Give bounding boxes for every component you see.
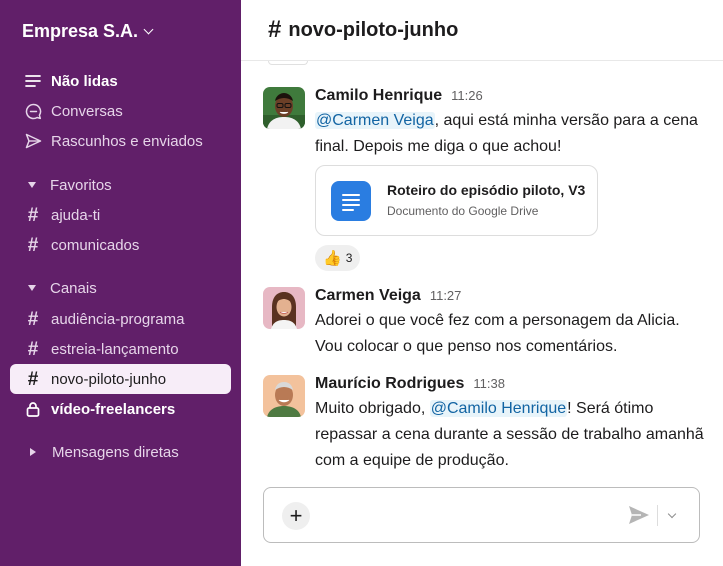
- channel-header: # novo-piloto-junho: [241, 0, 723, 61]
- sidebar-channel-comunicados[interactable]: # comunicados: [0, 230, 241, 260]
- workspace-switcher[interactable]: Empresa S.A.: [22, 21, 154, 42]
- section-favorites[interactable]: Favoritos: [0, 171, 241, 199]
- hash-icon: #: [268, 16, 282, 43]
- reaction-thumbs-up[interactable]: 👍 3: [315, 245, 361, 271]
- avatar[interactable]: [263, 287, 305, 329]
- app-window: Empresa S.A. Não lidas Conversas Rascunh…: [0, 0, 723, 566]
- user-mention[interactable]: @Camilo Henrique: [429, 400, 568, 417]
- channel-label: ajuda-ti: [51, 206, 101, 224]
- avatar[interactable]: [263, 87, 305, 129]
- hash-icon: #: [27, 234, 39, 256]
- section-title: Mensagens diretas: [52, 443, 179, 461]
- message-text: @Carmen Veiga, aqui está minha versão pa…: [315, 108, 710, 160]
- message-header: Camilo Henrique 11:26: [315, 87, 710, 107]
- sidebar-item-drafts[interactable]: Rascunhos e enviados: [0, 126, 241, 156]
- add-attachment-button[interactable]: +: [282, 502, 310, 530]
- channel-title[interactable]: novo-piloto-junho: [288, 19, 458, 42]
- send-icon: [24, 132, 42, 150]
- sidebar-item-unread[interactable]: Não lidas: [0, 66, 241, 96]
- message-body: Maurício Rodrigues 11:38 Muito obrigado,…: [315, 375, 710, 474]
- send-options-chevron-icon[interactable]: [663, 505, 681, 526]
- hash-icon: #: [27, 368, 39, 390]
- section-channels[interactable]: Canais: [0, 274, 241, 302]
- section-title: Favoritos: [50, 176, 112, 194]
- message-body: Camilo Henrique 11:26 @Carmen Veiga, aqu…: [315, 87, 710, 271]
- hash-icon: #: [27, 338, 39, 360]
- sidebar-item-label: Não lidas: [51, 72, 118, 90]
- composer-divider: [657, 505, 658, 526]
- send-button[interactable]: [628, 505, 650, 525]
- send-icon: [629, 506, 649, 524]
- chevron-down-icon: [143, 24, 154, 35]
- caret-down-icon: [28, 182, 36, 188]
- sidebar: Empresa S.A. Não lidas Conversas Rascunh…: [0, 0, 241, 566]
- file-attachment[interactable]: Roteiro do episódio piloto, V3 Documento…: [315, 165, 598, 236]
- channel-label: estreia-lançamento: [51, 340, 179, 358]
- previous-message-edge: [268, 61, 308, 65]
- attachment-title: Roteiro do episódio piloto, V3: [387, 182, 586, 198]
- channel-view: # novo-piloto-junho Camilo Henrique 11:2…: [241, 0, 723, 566]
- sidebar-channel-video-freelancers[interactable]: vídeo-freelancers: [0, 394, 241, 424]
- section-title: Canais: [50, 279, 97, 297]
- sidebar-item-label: Conversas: [51, 102, 123, 120]
- message-text: Adorei o que você fez com a personagem d…: [315, 312, 680, 355]
- lock-icon: [24, 400, 42, 418]
- message-header: Maurício Rodrigues 11:38: [315, 375, 710, 395]
- attachment-subtitle: Documento do Google Drive: [387, 204, 539, 218]
- user-mention[interactable]: @Carmen Veiga: [315, 112, 435, 129]
- timestamp[interactable]: 11:38: [473, 376, 505, 391]
- channel-label: novo-piloto-junho: [51, 370, 167, 388]
- message-header: Carmen Veiga 11:27: [315, 287, 710, 307]
- author-name[interactable]: Carmen Veiga: [315, 287, 421, 305]
- channel-label: comunicados: [51, 236, 140, 254]
- section-direct-messages[interactable]: Mensagens diretas: [0, 438, 241, 466]
- google-doc-icon: [331, 181, 371, 221]
- caret-right-icon: [30, 448, 36, 456]
- message-body: Carmen Veiga 11:27 Adorei o que você fez…: [315, 287, 710, 360]
- hash-icon: #: [27, 204, 39, 226]
- channel-label: audiência-programa: [51, 310, 185, 328]
- sidebar-item-label: Rascunhos e enviados: [51, 132, 203, 150]
- message-text: Muito obrigado, @Camilo Henrique! Será ó…: [315, 396, 710, 474]
- author-name[interactable]: Maurício Rodrigues: [315, 375, 464, 393]
- sidebar-channel-estreia-lancamento[interactable]: # estreia-lançamento: [0, 334, 241, 364]
- reaction-count: 3: [345, 251, 353, 265]
- sidebar-channel-novo-piloto-junho[interactable]: # novo-piloto-junho: [10, 364, 231, 394]
- author-name[interactable]: Camilo Henrique: [315, 87, 442, 105]
- workspace-name: Empresa S.A.: [22, 21, 139, 41]
- thumbs-up-icon: 👍: [323, 249, 342, 267]
- avatar[interactable]: [263, 375, 305, 417]
- sidebar-channel-ajuda-ti[interactable]: # ajuda-ti: [0, 200, 241, 230]
- message-composer[interactable]: +: [263, 487, 700, 543]
- sidebar-channel-audiencia-programa[interactable]: # audiência-programa: [0, 304, 241, 334]
- threads-icon: [24, 102, 42, 120]
- channel-label: vídeo-freelancers: [51, 400, 176, 418]
- hash-icon: #: [27, 308, 39, 330]
- caret-down-icon: [28, 285, 36, 291]
- sidebar-item-threads[interactable]: Conversas: [0, 96, 241, 126]
- message-text-part: Muito obrigado,: [315, 400, 430, 417]
- unread-icon: [24, 72, 42, 90]
- timestamp[interactable]: 11:26: [451, 88, 483, 103]
- timestamp[interactable]: 11:27: [430, 288, 462, 303]
